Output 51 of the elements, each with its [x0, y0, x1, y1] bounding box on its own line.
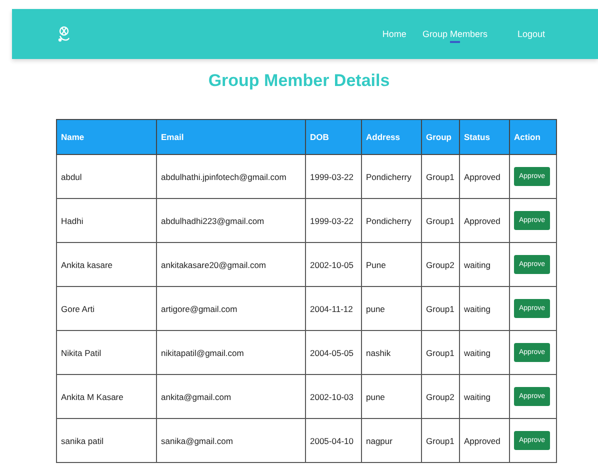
- table-cell: Hadhi: [56, 198, 156, 242]
- column-header: Name: [56, 120, 156, 154]
- table-cell: sanika@gmail.com: [156, 418, 306, 462]
- table-cell: Gore Arti: [56, 286, 156, 330]
- table-cell: abdulhathi.jpinfotech@gmail.com: [156, 154, 306, 198]
- table-cell: Group1: [422, 286, 460, 330]
- column-header: Email: [156, 120, 306, 154]
- logo-icon: [57, 25, 71, 43]
- table-cell: artigore@gmail.com: [156, 286, 306, 330]
- table-cell: Group2: [422, 242, 460, 286]
- table-cell: 2004-11-12: [306, 286, 362, 330]
- table-cell: Pune: [362, 242, 422, 286]
- table-cell: Nikita Patil: [56, 330, 156, 374]
- table-cell: nagpur: [362, 418, 422, 462]
- table-cell: Approved: [460, 418, 510, 462]
- table-cell: 2002-10-03: [306, 374, 362, 418]
- column-header: Address: [362, 120, 422, 154]
- column-header: Action: [510, 120, 556, 154]
- table-cell: abdul: [56, 154, 156, 198]
- table-cell: Approved: [460, 198, 510, 242]
- table-cell: waiting: [460, 286, 510, 330]
- table-cell: ankitakasare20@gmail.com: [156, 242, 306, 286]
- table-cell: Group2: [422, 374, 460, 418]
- table-cell: 1999-03-22: [306, 198, 362, 242]
- table-cell: Group1: [422, 154, 460, 198]
- table-cell: 2004-05-05: [306, 330, 362, 374]
- column-header: DOB: [306, 120, 362, 154]
- table-cell: waiting: [460, 330, 510, 374]
- table-cell: Ankita M Kasare: [56, 374, 156, 418]
- table-cell: Approved: [460, 154, 510, 198]
- column-header: Group: [422, 120, 460, 154]
- table-cell: Group1: [422, 330, 460, 374]
- table-cell: Pondicherry: [362, 154, 422, 198]
- table-cell: nikitapatil@gmail.com: [156, 330, 306, 374]
- table-cell: Pondicherry: [362, 198, 422, 242]
- table-cell: 2005-04-10: [306, 418, 362, 462]
- column-header: Status: [460, 120, 510, 154]
- table-cell: sanika patil: [56, 418, 156, 462]
- table-cell: Ankita kasare: [56, 242, 156, 286]
- table-cell: waiting: [460, 374, 510, 418]
- table-cell: nashik: [362, 330, 422, 374]
- table-cell: ankita@gmail.com: [156, 374, 306, 418]
- table-cell: pune: [362, 286, 422, 330]
- table-cell: waiting: [460, 242, 510, 286]
- table-cell: 2002-10-05: [306, 242, 362, 286]
- page-title: Group Member Details: [208, 71, 390, 91]
- table-cell: 1999-03-22: [306, 154, 362, 198]
- table-cell: Group1: [422, 418, 460, 462]
- table-cell: pune: [362, 374, 422, 418]
- table-cell: abdulhadhi223@gmail.com: [156, 198, 306, 242]
- table-cell: Group1: [422, 198, 460, 242]
